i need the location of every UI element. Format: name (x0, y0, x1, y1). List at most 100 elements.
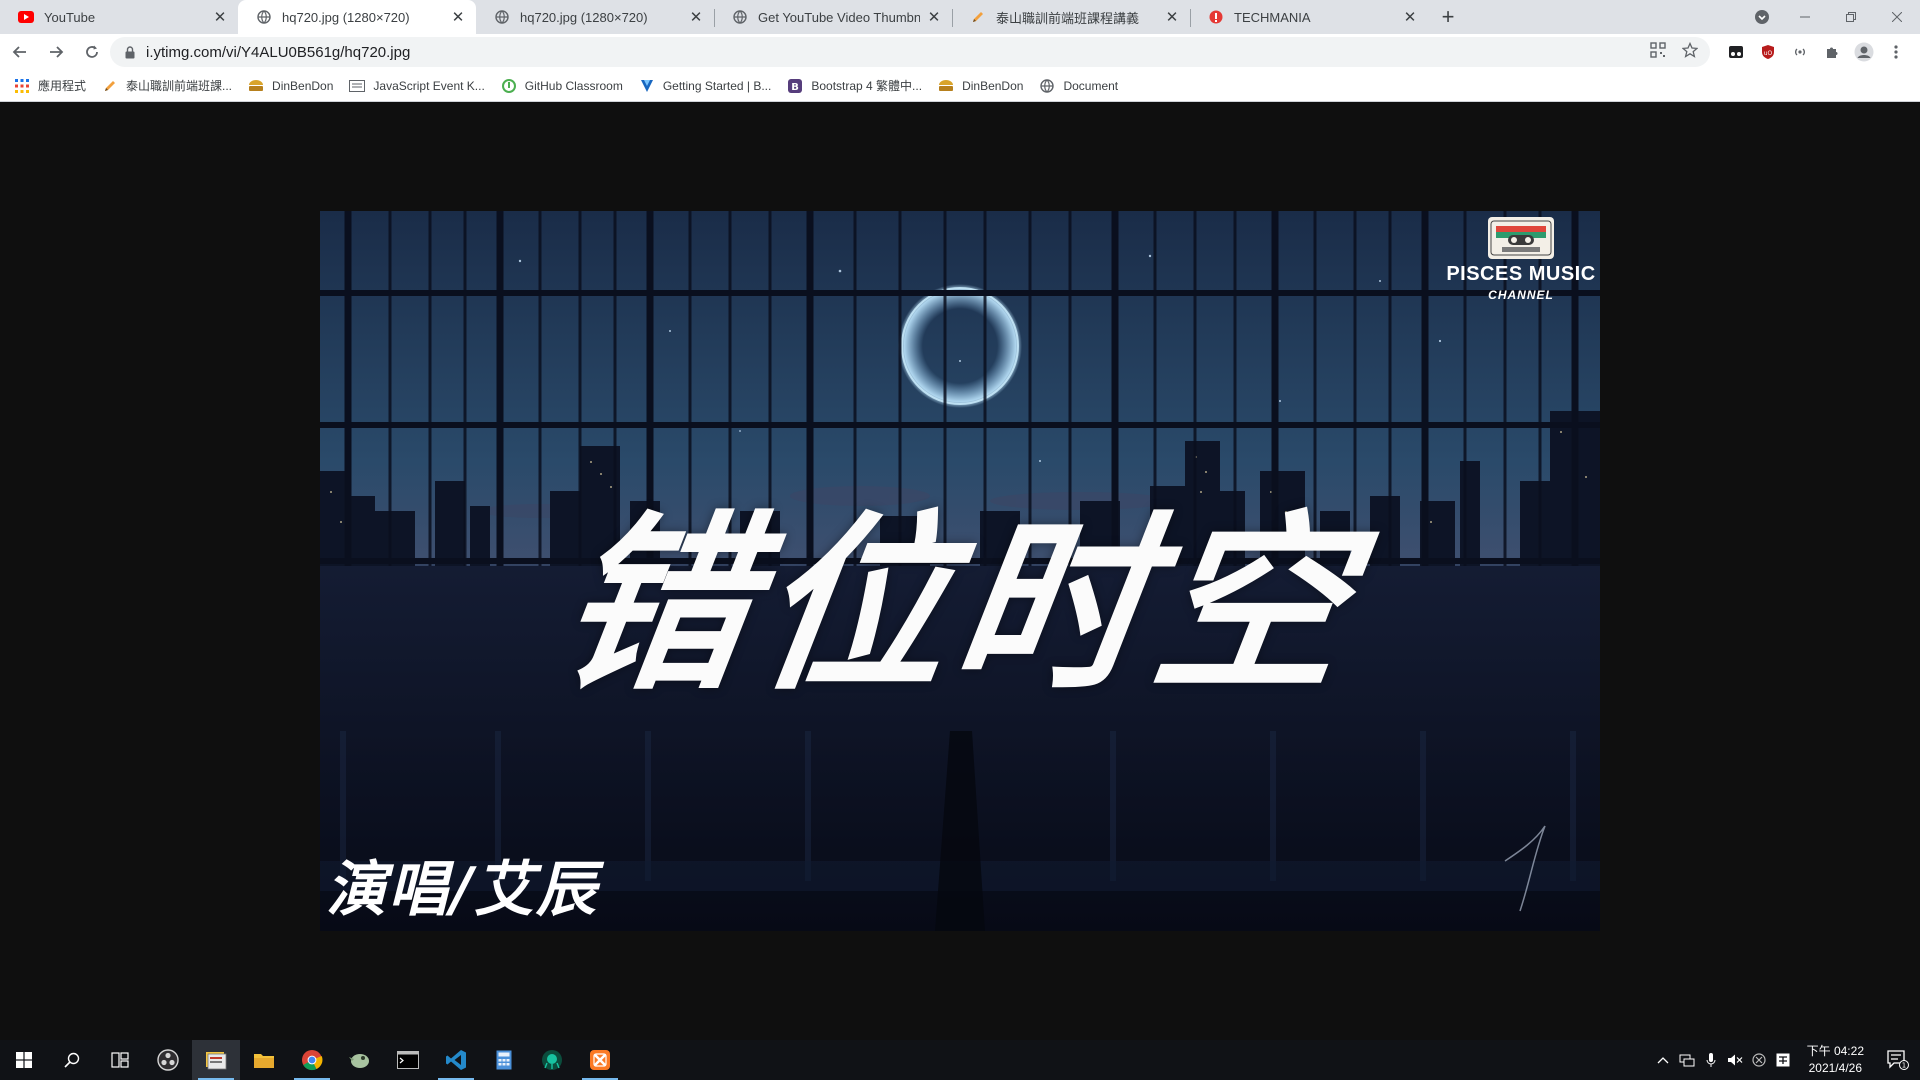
qr-code-icon[interactable] (1650, 42, 1666, 62)
browser-toolbar: i.ytimg.com/vi/Y4ALU0B561g/hq720.jpg uO (0, 34, 1920, 70)
tab-title: 泰山職訓前端班課程講義 (996, 10, 1140, 26)
system-tray: 下午 04:22 2021/4/26 1 (1651, 1040, 1920, 1080)
globe-icon (732, 9, 748, 25)
close-icon[interactable]: ✕ (212, 9, 228, 26)
bookmark-getting-started[interactable]: Getting Started | B... (637, 73, 780, 99)
bird-app-icon[interactable] (336, 1040, 384, 1080)
close-icon[interactable]: ✕ (450, 9, 466, 26)
window-controls (1742, 0, 1920, 34)
tab-title: TECHMANIA (1234, 9, 1311, 25)
channel-name: PISCES MUSIC (1446, 263, 1596, 285)
bookmark-label: 應用程式 (38, 79, 87, 93)
blocked-circle-icon[interactable] (1747, 1040, 1771, 1080)
globe-icon (256, 9, 272, 25)
bookmark-label: 泰山職訓前端班課... (126, 79, 233, 93)
profile-avatar-icon[interactable] (1852, 40, 1876, 64)
tab-strip: YouTube ✕ hq720.jpg (1280×720) ✕ hq720.j… (0, 0, 1920, 34)
lock-icon[interactable] (122, 44, 138, 60)
tab-hq720[interactable]: hq720.jpg (1280×720) ✕ (476, 0, 714, 34)
bookmark-label: GitHub Classroom (524, 78, 623, 93)
file-explorer-icon[interactable] (240, 1040, 288, 1080)
chrome-icon[interactable] (288, 1040, 336, 1080)
close-icon[interactable]: ✕ (926, 9, 942, 26)
bookmark-dinbendon[interactable]: DinBenDon (246, 73, 341, 99)
tab-title: Get YouTube Video Thumbnail (758, 9, 920, 25)
bookmark-label: DinBenDon (962, 78, 1024, 93)
ublock-shield-icon[interactable]: uO (1756, 40, 1780, 64)
new-tab-button[interactable]: + (1432, 0, 1464, 34)
clock[interactable]: 下午 04:22 2021/4/26 (1795, 1043, 1876, 1077)
broadcast-extension-icon[interactable] (1788, 40, 1812, 64)
app-window-icon[interactable] (192, 1040, 240, 1080)
star-bookmark-icon[interactable] (1681, 41, 1699, 62)
notification-center-icon[interactable]: 1 (1876, 1040, 1920, 1080)
chevron-up-icon[interactable] (1651, 1040, 1675, 1080)
reload-icon (86, 45, 98, 58)
close-icon[interactable]: ✕ (688, 9, 704, 26)
bookmark-document[interactable]: Document (1037, 73, 1126, 99)
svg-text:B: B (792, 82, 800, 93)
pencil-icon (102, 78, 118, 94)
input-method-icon[interactable] (1771, 1040, 1795, 1080)
url-text[interactable]: i.ytimg.com/vi/Y4ALU0B561g/hq720.jpg (146, 44, 410, 61)
keyboard-icon (349, 78, 366, 94)
close-window-button[interactable] (1874, 0, 1920, 34)
bookmark-label: Getting Started | B... (662, 78, 772, 93)
minimize-button[interactable] (1782, 0, 1828, 34)
forward-button[interactable] (40, 36, 72, 68)
gitkraken-icon[interactable] (528, 1040, 576, 1080)
calculator-icon[interactable] (480, 1040, 528, 1080)
notification-count: 1 (1902, 1062, 1906, 1070)
microphone-icon[interactable] (1699, 1040, 1723, 1080)
bookmark-course-notes[interactable]: 泰山職訓前端班課... (100, 73, 240, 99)
tab-youtube[interactable]: YouTube ✕ (0, 0, 238, 34)
bookmark-label: Bootstrap 4 繁體中... (811, 79, 923, 93)
task-view-icon[interactable] (96, 1040, 144, 1080)
bookmark-github-classroom[interactable]: GitHub Classroom (499, 73, 631, 99)
thumbnail-image[interactable]: PISCES MUSIC CHANNEL 错位时空 演唱/艾辰 (320, 211, 1600, 931)
incognito-extension-icon[interactable] (1724, 40, 1748, 64)
volume-muted-icon[interactable] (1723, 1040, 1747, 1080)
tab-search-icon[interactable] (1742, 0, 1782, 34)
windows-taskbar: 下午 04:22 2021/4/26 1 (0, 1040, 1920, 1080)
bookmark-apps[interactable]: 應用程式 (12, 73, 94, 99)
bookmark-dinbendon-2[interactable]: DinBenDon (936, 73, 1031, 99)
tab-course-notes[interactable]: 泰山職訓前端班課程講義 ✕ (952, 0, 1190, 34)
close-icon[interactable]: ✕ (1402, 9, 1418, 26)
bento-icon (938, 78, 954, 94)
puzzle-extensions-icon[interactable] (1820, 40, 1844, 64)
obs-icon[interactable] (144, 1040, 192, 1080)
bookmark-label: JavaScript Event K... (373, 78, 485, 93)
vscode-icon[interactable] (432, 1040, 480, 1080)
clock-date: 2021/4/26 (1808, 1061, 1862, 1075)
tab-get-youtube-thumbnail[interactable]: Get YouTube Video Thumbnail ✕ (714, 0, 952, 34)
youtube-icon (18, 9, 34, 25)
terminal-icon[interactable] (384, 1040, 432, 1080)
github-classroom-icon (501, 78, 517, 94)
bookmarks-bar: 應用程式 泰山職訓前端班課... DinBenDon JavaScript Ev… (0, 70, 1920, 102)
back-button[interactable] (4, 36, 36, 68)
reload-button[interactable] (76, 36, 108, 68)
tab-title: hq720.jpg (1280×720) (520, 9, 648, 25)
arrow-left-icon (12, 46, 26, 58)
tab-title: YouTube (44, 9, 96, 25)
kebab-menu-icon[interactable] (1884, 40, 1908, 64)
tab-hq720-active[interactable]: hq720.jpg (1280×720) ✕ (238, 0, 476, 34)
globe-icon (1039, 78, 1055, 94)
channel-logo: PISCES MUSIC CHANNEL (1446, 217, 1596, 302)
arrow-right-icon (50, 46, 64, 58)
restore-button[interactable] (1828, 0, 1874, 34)
bookmark-javascript-event-keycode[interactable]: JavaScript Event K... (347, 73, 492, 99)
bookmark-bootstrap4[interactable]: B Bootstrap 4 繁體中... (785, 73, 930, 99)
cassette-logo-icon (1488, 217, 1554, 259)
search-icon[interactable] (48, 1040, 96, 1080)
close-icon[interactable]: ✕ (1164, 9, 1180, 26)
windows-start-icon[interactable] (0, 1040, 48, 1080)
xampp-icon[interactable] (576, 1040, 624, 1080)
network-icon[interactable] (1675, 1040, 1699, 1080)
omnibox-actions (1650, 37, 1699, 67)
vuetify-icon (639, 78, 655, 94)
tab-techmania[interactable]: TECHMANIA ✕ (1190, 0, 1428, 34)
address-bar[interactable]: i.ytimg.com/vi/Y4ALU0B561g/hq720.jpg (110, 37, 1710, 67)
song-title: 错位时空 (546, 493, 1370, 716)
